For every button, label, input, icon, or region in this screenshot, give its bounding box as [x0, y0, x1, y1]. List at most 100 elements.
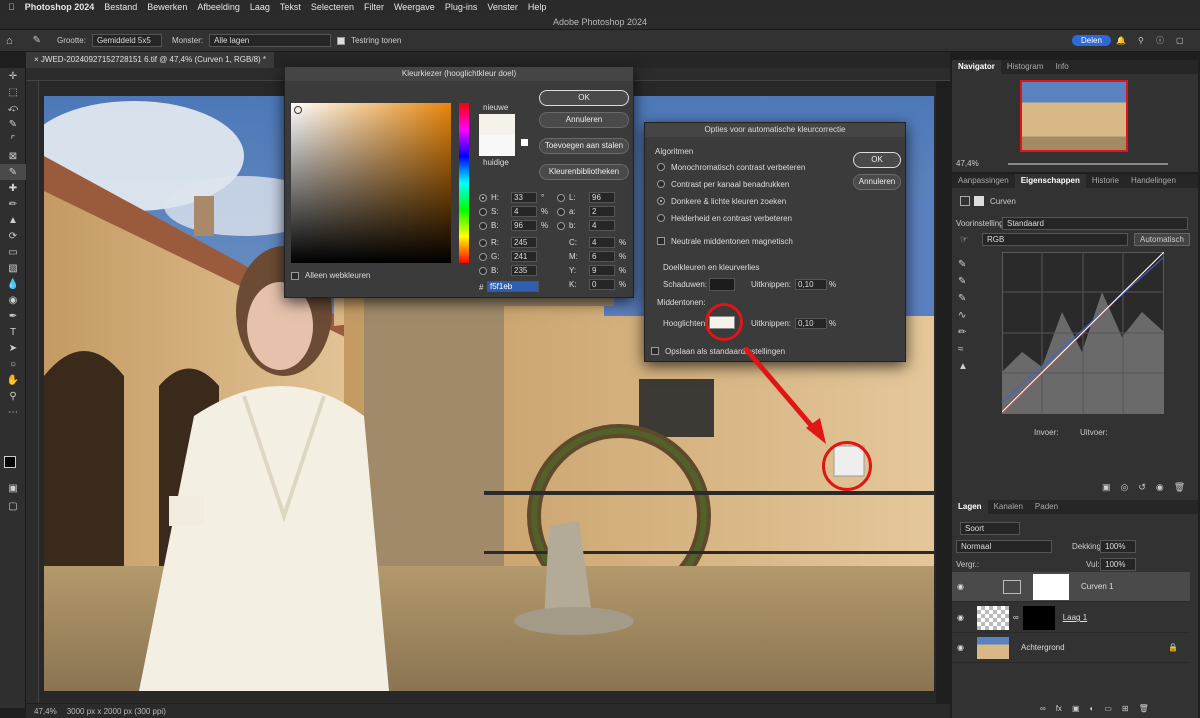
dodge-tool-icon[interactable]: ◉ — [0, 292, 26, 308]
move-tool-icon[interactable]: ✛ — [0, 68, 26, 84]
curves-graph[interactable] — [1002, 252, 1164, 414]
hex-field[interactable]: f5f1eb — [487, 281, 539, 292]
eyedropper-tool-icon[interactable]: ✎ — [33, 35, 41, 46]
tab-layers[interactable]: Lagen — [952, 500, 988, 514]
size-select[interactable]: Gemiddeld 5x5 — [91, 34, 162, 47]
menu-file[interactable]: Bestand — [104, 2, 137, 12]
highlights-clip-field[interactable]: 0,10 — [795, 318, 827, 329]
tab-histogram[interactable]: Histogram — [1001, 60, 1049, 74]
layer-name[interactable]: Achtergrond — [1021, 643, 1065, 652]
blue-field[interactable]: 235 — [511, 265, 537, 276]
tab-paths[interactable]: Paden — [1029, 500, 1064, 514]
h-radio[interactable] — [479, 194, 487, 202]
shadows-clip-field[interactable]: 0,10 — [795, 279, 827, 290]
view-previous-icon[interactable]: ◎ — [1121, 482, 1129, 493]
r-radio[interactable] — [479, 239, 487, 247]
bell-icon[interactable]: 🔔 — [1116, 36, 1126, 45]
blend-mode-select[interactable]: Normaal — [956, 540, 1052, 553]
visibility-eye-icon[interactable]: ◉ — [957, 643, 973, 652]
b-field[interactable]: 96 — [511, 220, 537, 231]
reset-icon[interactable]: ↺ — [1138, 482, 1146, 493]
lab-b-field[interactable]: 4 — [589, 220, 615, 231]
add-mask-icon[interactable]: ▣ — [1072, 704, 1080, 713]
color-libraries-button[interactable]: Kleurenbibliotheken — [539, 164, 629, 180]
white-point-eyedropper-icon[interactable]: ✎ — [958, 290, 974, 307]
gray-point-eyedropper-icon[interactable]: ✎ — [958, 273, 974, 290]
blue-radio[interactable] — [479, 267, 487, 275]
history-brush-tool-icon[interactable]: ⟳ — [0, 228, 26, 244]
path-select-tool-icon[interactable]: ➤ — [0, 340, 26, 356]
new-adjustment-icon[interactable]: ◐ — [1090, 704, 1095, 713]
ring-checkbox[interactable] — [337, 36, 346, 45]
workspace-icon[interactable]: ▢ — [1176, 36, 1184, 45]
tab-history[interactable]: Historie — [1086, 174, 1125, 188]
frame-tool-icon[interactable]: ⊠ — [0, 148, 26, 164]
layer-mask-thumbnail[interactable] — [1033, 573, 1069, 600]
brush-tool-icon[interactable]: ✏ — [0, 196, 26, 212]
hand-tool-icon[interactable]: ✋ — [0, 372, 26, 388]
visibility-icon[interactable]: ◉ — [1156, 482, 1164, 493]
stamp-tool-icon[interactable]: ▲ — [0, 212, 26, 228]
k-field[interactable]: 0 — [589, 279, 615, 290]
visibility-eye-icon[interactable]: ◉ — [957, 613, 973, 622]
menu-edit[interactable]: Bewerken — [147, 2, 187, 12]
status-info[interactable]: 3000 px x 2000 px (300 ppi) — [67, 707, 166, 716]
layer-name[interactable]: Curven 1 — [1081, 582, 1113, 591]
neutral-midtones-checkbox[interactable] — [657, 237, 665, 245]
menu-app[interactable]: Photoshop 2024 — [25, 2, 95, 12]
algo-dark-light-radio[interactable] — [657, 197, 665, 205]
l-radio[interactable] — [557, 194, 565, 202]
auto-ok-button[interactable]: OK — [853, 152, 901, 168]
document-tab[interactable]: × JWED-20240927152728151 6.tif @ 47,4% (… — [26, 52, 275, 68]
menu-view[interactable]: Weergave — [394, 2, 435, 12]
text-tool-icon[interactable]: T — [0, 324, 26, 340]
algo-monochrome-radio[interactable] — [657, 163, 665, 171]
trash-icon[interactable]: 🗑 — [1174, 482, 1185, 493]
y-field[interactable]: 9 — [589, 265, 615, 276]
layer-thumbnail[interactable] — [977, 636, 1009, 659]
zoom-tool-icon[interactable]: ⚲ — [0, 388, 26, 404]
healing-tool-icon[interactable]: ✚ — [0, 180, 26, 196]
preset-select[interactable]: Standaard — [1002, 217, 1188, 230]
picker-ok-button[interactable]: OK — [539, 90, 629, 106]
link-icon[interactable]: ∞ — [1013, 613, 1019, 622]
visibility-eye-icon[interactable]: ◉ — [957, 582, 973, 591]
layer-row-curves[interactable]: ◉ Curven 1 — [952, 572, 1190, 602]
menu-layer[interactable]: Laag — [250, 2, 270, 12]
gamut-warning-icon[interactable] — [521, 139, 528, 146]
opacity-field[interactable]: 100% — [1100, 540, 1136, 553]
menu-filter[interactable]: Filter — [364, 2, 384, 12]
tab-navigator[interactable]: Navigator — [952, 60, 1001, 74]
black-point-eyedropper-icon[interactable]: ✎ — [958, 256, 974, 273]
navigator-zoom-slider[interactable] — [1008, 163, 1168, 165]
m-field[interactable]: 6 — [589, 251, 615, 262]
s-radio[interactable] — [479, 208, 487, 216]
menu-select[interactable]: Selecteren — [311, 2, 354, 12]
layer-name[interactable]: Laag 1 — [1063, 613, 1087, 622]
layer-thumbnail[interactable] — [977, 605, 1009, 630]
layer-row-background[interactable]: ◉ Achtergrond 🔒 — [952, 633, 1190, 663]
save-defaults-checkbox[interactable] — [651, 347, 659, 355]
blur-tool-icon[interactable]: 💧 — [0, 276, 26, 292]
layer-kind-filter[interactable]: Soort — [960, 522, 1020, 535]
tab-info[interactable]: Info — [1049, 60, 1074, 74]
home-icon[interactable]: ⌂ — [6, 35, 13, 47]
add-to-swatches-button[interactable]: Toevoegen aan stalen — [539, 138, 629, 154]
b-radio[interactable] — [479, 222, 487, 230]
g-radio[interactable] — [479, 253, 487, 261]
l-field[interactable]: 96 — [589, 192, 615, 203]
fx-icon[interactable]: fx — [1056, 704, 1062, 713]
foreground-color-swatch[interactable] — [4, 456, 16, 468]
current-color-swatch[interactable] — [479, 135, 515, 156]
a-field[interactable]: 2 — [589, 206, 615, 217]
lasso-tool-icon[interactable]: ⤽ — [0, 100, 26, 116]
smooth-icon[interactable]: ≈ — [958, 341, 974, 358]
link-layers-icon[interactable]: ∞ — [1040, 704, 1046, 713]
saturation-brightness-field[interactable] — [291, 103, 451, 263]
r-field[interactable]: 245 — [511, 237, 537, 248]
crop-tool-icon[interactable]: ⌜ — [0, 132, 26, 148]
s-field[interactable]: 4 — [511, 206, 537, 217]
pencil-icon[interactable]: ✏ — [958, 324, 974, 341]
close-icon[interactable]: × — [34, 55, 39, 64]
gradient-tool-icon[interactable]: ▧ — [0, 260, 26, 276]
